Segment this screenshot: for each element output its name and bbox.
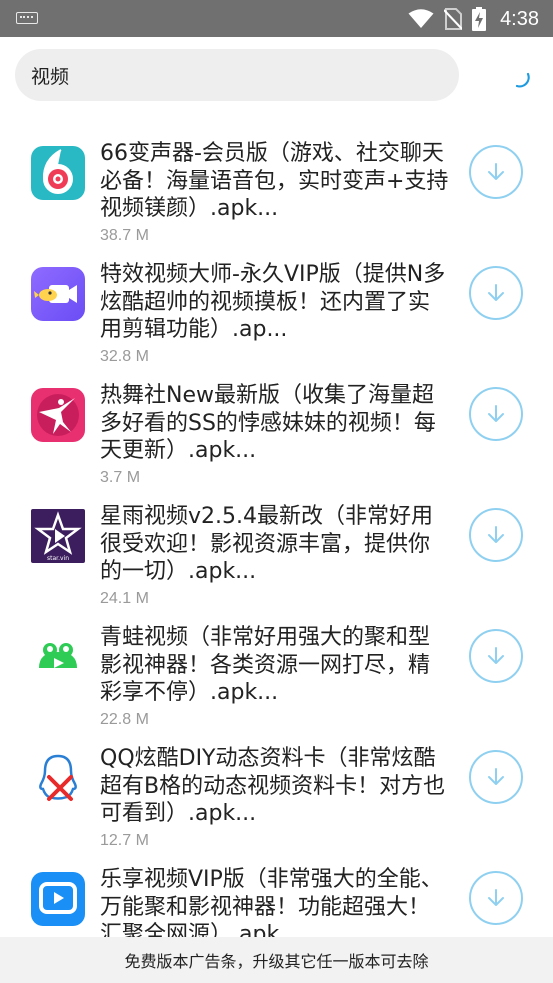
download-button[interactable]	[469, 508, 523, 562]
download-arrow-icon	[488, 405, 504, 422]
download-button[interactable]	[469, 145, 523, 199]
app-title: 66变声器-会员版（游戏、社交聊天 必备！海量语音包，实时变声+支持 视频镁颜）…	[100, 141, 449, 221]
download-button[interactable]	[469, 750, 523, 804]
download-arrow-icon	[488, 163, 504, 180]
app-icon-star-rain-video: star.vin	[31, 509, 85, 563]
app-title: 特效视频大师-永久VIP版（提供N多 炫酷超帅的视频摸板！还内置了实 用剪辑功能…	[100, 262, 446, 342]
app-title: QQ炫酷DIY动态资料卡（非常炫酷 超有B格的动态视频资料卡！对方也 可看到）.…	[100, 746, 446, 826]
app-size: 38.7 M	[100, 227, 149, 244]
app-list: 66变声器-会员版（游戏、社交聊天 必备！海量语音包，实时变声+支持 视频镁颜）…	[0, 133, 553, 980]
app-size: 3.7 M	[100, 469, 141, 486]
list-item[interactable]: 青蛙视频（非常好用强大的聚和型 影视神器！各类资源一网打尽，精 彩享不停）.ap…	[0, 617, 553, 738]
battery-charging-icon	[472, 7, 487, 31]
app-icon-dance-club	[31, 388, 85, 442]
download-arrow-icon	[488, 647, 504, 664]
search-input[interactable]	[31, 49, 441, 101]
download-arrow-icon	[488, 526, 504, 543]
search-bar[interactable]	[15, 49, 459, 101]
app-title: 热舞社New最新版（收集了海量超 多好看的SS的悖感妹妹的视频！每 天更新）.a…	[100, 383, 436, 463]
list-item[interactable]: 特效视频大师-永久VIP版（提供N多 炫酷超帅的视频摸板！还内置了实 用剪辑功能…	[0, 254, 553, 375]
keyboard-icon	[16, 12, 38, 24]
app-title: 星雨视频v2.5.4最新改（非常好用 很受欢迎！影视资源丰富，提供你 的一切）.…	[100, 504, 433, 584]
list-item[interactable]: 66变声器-会员版（游戏、社交聊天 必备！海量语音包，实时变声+支持 视频镁颜）…	[0, 133, 553, 254]
ad-banner-text: 免费版本广告条，升级其它任一版本可去除	[124, 952, 429, 971]
download-arrow-icon	[488, 284, 504, 301]
svg-text:star.vin: star.vin	[47, 555, 69, 562]
list-item[interactable]: QQ炫酷DIY动态资料卡（非常炫酷 超有B格的动态视频资料卡！对方也 可看到）.…	[0, 738, 553, 859]
list-item[interactable]: 热舞社New最新版（收集了海量超 多好看的SS的悖感妹妹的视频！每 天更新）.a…	[0, 375, 553, 496]
app-icon-effects-video-master	[31, 267, 85, 321]
app-title: 青蛙视频（非常好用强大的聚和型 影视神器！各类资源一网打尽，精 彩享不停）.ap…	[100, 625, 431, 705]
list-item[interactable]: star.vin 星雨视频v2.5.4最新改（非常好用 很受欢迎！影视资源丰富，…	[0, 496, 553, 617]
clock: 4:38	[500, 7, 539, 30]
download-button[interactable]	[469, 629, 523, 683]
ad-banner[interactable]: 免费版本广告条，升级其它任一版本可去除	[0, 937, 553, 983]
status-bar: 4:38	[0, 0, 553, 37]
download-button[interactable]	[469, 266, 523, 320]
app-size: 22.8 M	[100, 711, 149, 728]
app-icon-frog-video	[31, 630, 85, 684]
app-size: 12.7 M	[100, 832, 149, 849]
app-size: 24.1 M	[100, 590, 149, 607]
app-size: 32.8 M	[100, 348, 149, 365]
download-arrow-icon	[488, 768, 504, 785]
no-sim-icon	[444, 8, 463, 30]
download-button[interactable]	[469, 387, 523, 441]
app-icon-66-voice-changer	[31, 146, 85, 200]
app-icon-leshare-video	[31, 872, 85, 926]
app-icon-qq-diy-card	[31, 751, 85, 805]
download-button[interactable]	[469, 871, 523, 925]
loading-spinner-icon	[515, 72, 530, 88]
wifi-icon	[408, 9, 434, 28]
app-screen: 4:38 66变声器-会员版（游戏、社交聊天 必备！海量语音包，实时变声+支持 …	[0, 0, 553, 983]
download-arrow-icon	[488, 889, 504, 906]
